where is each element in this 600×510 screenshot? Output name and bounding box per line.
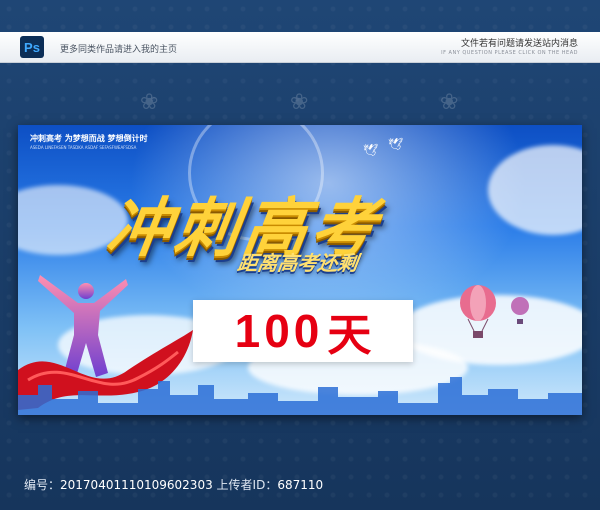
watermark-icon: ❀ — [290, 90, 309, 115]
city-skyline — [18, 377, 582, 415]
hot-air-balloon-icon — [511, 297, 529, 324]
poster-subtitle: 距离高考还剩 — [236, 251, 360, 275]
dove-icon: 🕊 — [363, 143, 379, 157]
countdown-unit: 天 — [327, 310, 372, 361]
poster-slogan-sub: ASEDA LINEFASEN TASDKA ASDAF SEFASFWEAFS… — [30, 145, 137, 150]
watermark-icon: ❀ — [140, 90, 159, 115]
poster-slogan: 冲刺高考 为梦想而战 梦想倒计时 — [30, 134, 148, 143]
dove-icon: 🕊 — [388, 137, 404, 151]
countdown-number: 100 — [234, 305, 324, 357]
uploader-value: 687110 — [277, 478, 324, 492]
photoshop-icon: Ps — [20, 36, 44, 58]
footer-info: 编号：20170401110109602303 上传者ID：687110 — [24, 476, 323, 493]
poster-image: 冲刺高考 为梦想而战 梦想倒计时 ASEDA LINEFASEN TASDKA … — [18, 125, 582, 415]
uploader-label: 上传者ID： — [216, 478, 278, 492]
id-label: 编号： — [24, 478, 61, 492]
homepage-link[interactable]: 更多同类作品请进入我的主页 — [60, 42, 177, 55]
countdown-box: 100 天 — [193, 300, 413, 362]
hot-air-balloon-icon — [460, 285, 496, 338]
id-value: 20170401110109602303 — [60, 478, 213, 492]
contact-note: 文件若有问题请发送站内消息 — [460, 39, 578, 49]
watermark-icon: ❀ — [440, 90, 459, 115]
contact-note-english: IF ANY QUESTION PLEASE CLICK ON THE HEAD — [441, 50, 578, 56]
